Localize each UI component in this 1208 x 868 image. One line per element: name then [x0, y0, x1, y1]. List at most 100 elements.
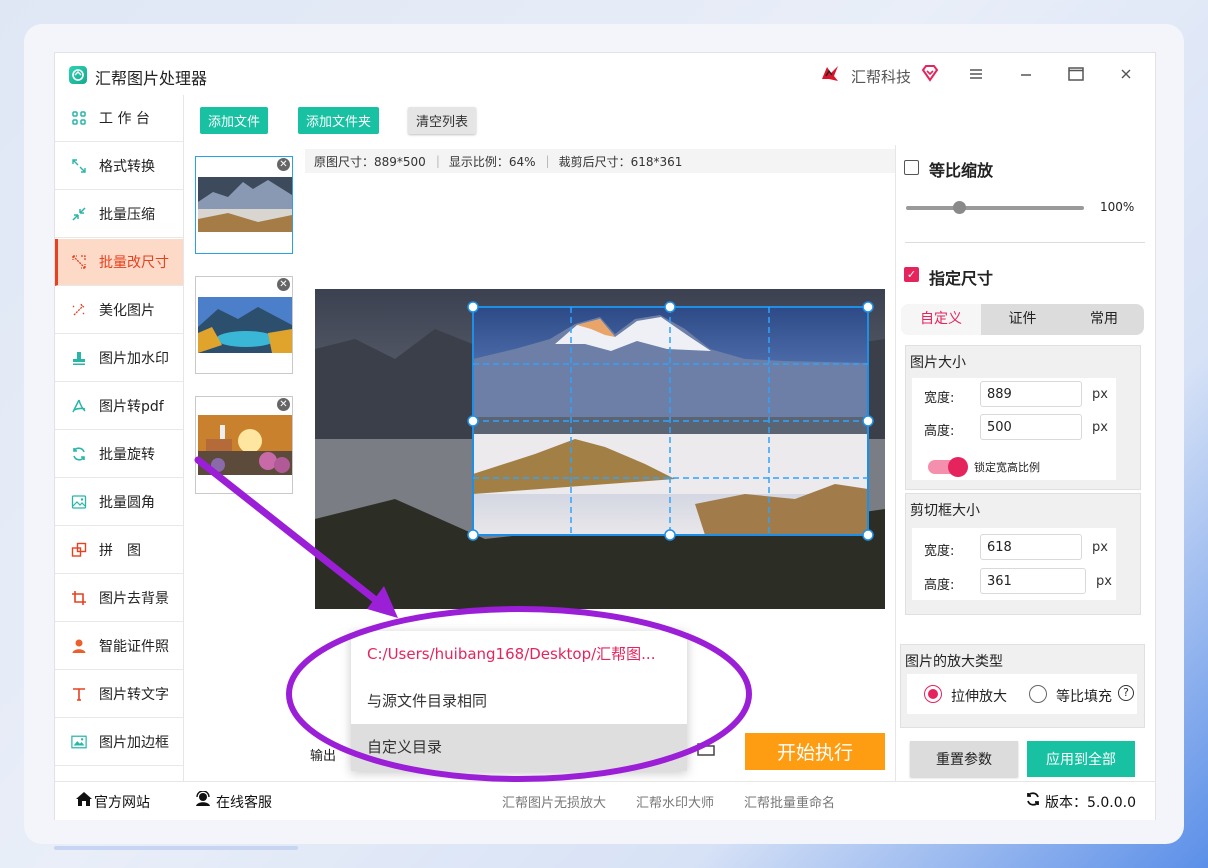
reset-button[interactable]: 重置参数 — [910, 741, 1018, 777]
sidebar-item-label: 图片加边框 — [99, 735, 169, 751]
crop-box[interactable] — [315, 289, 885, 609]
sidebar-item-label: 图片去背景 — [99, 591, 169, 607]
sidebar-item-label: 批量旋转 — [99, 447, 155, 463]
remove-thumbnail-icon[interactable]: ✕ — [277, 278, 290, 291]
zoom-percent: 100% — [1100, 200, 1135, 214]
lake-image — [198, 297, 292, 353]
original-size-text: 原图尺寸：889*500 — [314, 154, 426, 169]
sidebar-item-label: 图片转文字 — [99, 687, 169, 703]
remove-thumbnail-icon[interactable]: ✕ — [277, 158, 290, 171]
website-link[interactable]: 官方网站 — [94, 792, 150, 812]
close-icon[interactable] — [1111, 61, 1141, 87]
image-info-bar: 原图尺寸：889*500 | 显示比例：64% | 裁剪后尺寸：618*361 — [305, 149, 895, 173]
tab-custom[interactable]: 自定义 — [901, 304, 981, 335]
app-logo-icon — [69, 66, 87, 84]
sidebar-item-format-convert[interactable]: 格式转换 — [55, 143, 183, 190]
display-ratio-text: 显示比例：64% — [448, 154, 536, 169]
lossless-enlarge-link[interactable]: 汇帮图片无损放大 — [502, 792, 606, 811]
height-unit: px — [1092, 420, 1108, 435]
vip-diamond-icon[interactable] — [921, 64, 939, 82]
sidebar-item-watermark[interactable]: 图片加水印 — [55, 335, 183, 382]
sidebar-item-rounded-corner[interactable]: 批量圆角 — [55, 479, 183, 526]
crop-height-input[interactable]: 361 — [980, 568, 1086, 594]
sidebar-item-collage[interactable]: 拼 图 — [55, 527, 183, 574]
sidebar-item-image-to-text[interactable]: 图片转文字 — [55, 671, 183, 718]
customer-service-link[interactable]: 在线客服 — [216, 792, 272, 812]
zoom-slider-thumb[interactable] — [952, 201, 966, 214]
specify-size-label: 指定尺寸 — [929, 269, 994, 288]
start-button[interactable]: 开始执行 — [745, 733, 885, 770]
footer: 官方网站 在线客服 汇帮图片无损放大 汇帮水印大师 汇帮批量重命名 版本：5.0… — [55, 781, 1155, 820]
output-directory-dropdown: C:/Users/huibang168/Desktop/汇帮图... 与源文件目… — [351, 631, 687, 771]
tab-common[interactable]: 常用 — [1064, 304, 1144, 335]
watermark-master-link[interactable]: 汇帮水印大师 — [636, 792, 714, 811]
toggle-knob — [948, 457, 968, 477]
cropped-size-text: 裁剪后尺寸：618*361 — [558, 154, 683, 169]
folder-icon[interactable] — [697, 741, 715, 761]
width-input[interactable]: 889 — [980, 381, 1082, 407]
specify-size-checkbox[interactable]: ✓ — [904, 267, 919, 282]
compress-icon — [71, 206, 87, 222]
grid-icon — [71, 110, 87, 126]
customer-service-icon[interactable] — [194, 790, 212, 811]
add-file-button[interactable]: 添加文件 — [200, 107, 269, 134]
clear-list-button[interactable]: 清空列表 — [408, 107, 477, 134]
frame-icon — [71, 734, 87, 750]
crop-height-unit: px — [1096, 574, 1112, 589]
enlarge-type-group: 图片的放大类型 拉伸放大 等比填充 ? — [900, 644, 1145, 728]
width-label: 宽度: — [924, 391, 955, 406]
sidebar-item-batch-resize[interactable]: 批量改尺寸 — [55, 239, 183, 286]
lock-ratio-toggle[interactable] — [928, 457, 968, 477]
thumbnail-3[interactable]: ✕ — [195, 396, 293, 494]
proportional-scale-checkbox[interactable] — [904, 160, 919, 175]
sidebar-item-label: 工 作 台 — [99, 111, 150, 127]
refresh-icon[interactable] — [1025, 791, 1041, 811]
output-label: 输出 — [310, 749, 337, 764]
fill-radio[interactable] — [1029, 685, 1047, 703]
dropdown-item-same-as-source[interactable]: 与源文件目录相同 — [351, 678, 687, 725]
sidebar-item-add-border[interactable]: 图片加边框 — [55, 719, 183, 766]
maximize-icon[interactable] — [1061, 61, 1091, 87]
sidebar-item-label: 批量改尺寸 — [99, 255, 169, 271]
apply-all-button[interactable]: 应用到全部 — [1027, 741, 1135, 777]
height-label: 高度: — [924, 424, 955, 439]
image-preview[interactable] — [315, 289, 885, 609]
sidebar-item-remove-background[interactable]: 图片去背景 — [55, 575, 183, 622]
home-icon[interactable] — [75, 791, 93, 811]
sidebar-item-label: 美化图片 — [99, 303, 155, 319]
sidebar-item-label: 批量压缩 — [99, 207, 155, 223]
add-folder-button[interactable]: 添加文件夹 — [298, 107, 380, 134]
sidebar: 工 作 台 格式转换 批量压缩 批量改尺寸 美化图片 图片加水印 图片转pdf — [55, 95, 184, 781]
sidebar-item-beautify[interactable]: 美化图片 — [55, 287, 183, 334]
crop-icon — [71, 590, 87, 606]
remove-thumbnail-icon[interactable]: ✕ — [277, 398, 290, 411]
help-icon[interactable]: ? — [1118, 685, 1134, 701]
fill-label: 等比填充 — [1056, 689, 1112, 705]
batch-rename-link[interactable]: 汇帮批量重命名 — [744, 792, 835, 811]
proportional-scale-label: 等比缩放 — [929, 161, 994, 180]
height-input[interactable]: 500 — [980, 414, 1082, 440]
sidebar-item-label: 批量圆角 — [99, 495, 155, 511]
minimize-icon[interactable] — [1011, 61, 1041, 87]
sidebar-item-id-photo[interactable]: 智能证件照 — [55, 623, 183, 670]
sidebar-item-rotate[interactable]: 批量旋转 — [55, 431, 183, 478]
crop-width-input[interactable]: 618 — [980, 534, 1082, 560]
brand-name[interactable]: 汇帮科技 — [851, 66, 911, 87]
thumbnail-2[interactable]: ✕ — [195, 276, 293, 374]
menu-icon[interactable] — [961, 61, 991, 87]
zoom-slider[interactable] — [906, 201, 1084, 214]
lock-ratio-label: 锁定宽高比例 — [974, 461, 1040, 474]
image-size-group: 图片大小 宽度: 889 px 高度: 500 px 锁定宽高比例 — [905, 345, 1141, 490]
divider — [905, 242, 1145, 243]
enlarge-type-title: 图片的放大类型 — [905, 654, 1003, 670]
sidebar-item-to-pdf[interactable]: 图片转pdf — [55, 383, 183, 430]
sidebar-item-workbench[interactable]: 工 作 台 — [55, 95, 183, 142]
dropdown-item-custom-directory[interactable]: 自定义目录 — [351, 724, 687, 771]
tab-id-photo[interactable]: 证件 — [981, 304, 1064, 335]
sidebar-item-label: 图片转pdf — [99, 399, 164, 415]
stretch-radio[interactable] — [924, 685, 942, 703]
crop-width-label: 宽度: — [924, 544, 955, 559]
dropdown-item-desktop-path[interactable]: C:/Users/huibang168/Desktop/汇帮图... — [351, 631, 687, 678]
thumbnail-1[interactable]: ✕ — [195, 156, 293, 254]
sidebar-item-batch-compress[interactable]: 批量压缩 — [55, 191, 183, 238]
